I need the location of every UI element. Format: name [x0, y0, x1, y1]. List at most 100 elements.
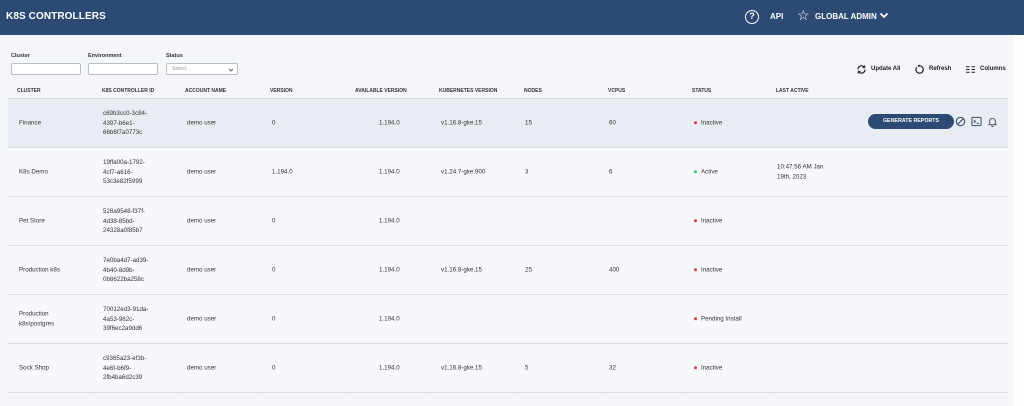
- controller-id-line: 0b8622ba258c: [103, 275, 144, 283]
- version-cell: 0: [272, 266, 276, 274]
- status-cell: Inactive: [694, 118, 722, 128]
- table-row[interactable]: Production k8s 7e0ba4d7-ad39- 4b40-8d9b-…: [8, 246, 1008, 295]
- cluster-name-line: k8s\postgres: [19, 320, 55, 327]
- controller-id-cell[interactable]: 19ffa00a-1792- 4cf7-a616- 53c3e82f5999: [103, 158, 145, 187]
- global-admin-menu[interactable]: GLOBAL ADMIN: [815, 12, 877, 21]
- status-text: Inactive: [701, 217, 723, 225]
- header-nodes[interactable]: NODES: [524, 88, 542, 94]
- controller-id-line: 4a53-962c-: [103, 315, 135, 323]
- controller-id-cell[interactable]: 70012ed3-91da- 4a53-962c- 39f6ec2a9dd6: [103, 305, 148, 334]
- kubernetes-version-cell: v1.16.8-gke.15: [441, 364, 482, 372]
- header-version[interactable]: VERSION: [270, 88, 293, 94]
- table-row[interactable]: Production k8s\postgres 70012ed3-91da- 4…: [8, 295, 1008, 344]
- last-active-cell: 10:47:56 AM Jan 19th, 2023: [777, 163, 823, 182]
- status-filter-select[interactable]: Select...: [166, 63, 238, 75]
- controller-id-line: c9365a23-ef3b-: [103, 354, 147, 362]
- bell-icon[interactable]: [987, 116, 998, 127]
- generate-reports-button[interactable]: GENERATE REPORTS: [868, 114, 954, 129]
- header-controller-id[interactable]: K8S CONTROLLER ID: [102, 88, 154, 94]
- sync-icon: [857, 64, 866, 74]
- controller-id-line: 66b6f7a0773c: [103, 128, 143, 136]
- environment-filter-input[interactable]: [88, 63, 158, 75]
- version-cell: 0: [272, 217, 276, 225]
- table-row[interactable]: Finance c69b3cc0-3c84- 4397-b6e1- 66b6f7…: [8, 99, 1008, 148]
- status-cell: Pending Install: [694, 314, 742, 324]
- cluster-filter-input[interactable]: [11, 63, 81, 75]
- vcpus-cell: 60: [609, 119, 616, 127]
- environment-filter-label: Environment: [88, 53, 122, 59]
- nodes-cell: 5: [525, 364, 529, 372]
- header-vcpus[interactable]: VCPUS: [608, 88, 625, 94]
- help-icon[interactable]: ?: [745, 10, 759, 24]
- status-cell: Inactive: [694, 363, 722, 373]
- status-text: Pending Install: [701, 315, 742, 323]
- last-active-line: 10:47:56 AM Jan: [777, 163, 824, 171]
- cluster-cell: Finance: [19, 119, 42, 127]
- vcpus-cell: 32: [609, 364, 616, 372]
- refresh-icon: [915, 63, 924, 74]
- controller-id-line: 4cf7-a616-: [103, 168, 133, 176]
- account-name-cell: demo user: [187, 119, 217, 127]
- top-bar: K8S CONTROLLERS ? API ☆ GLOBAL ADMIN: [0, 0, 1024, 35]
- account-name-cell: demo user: [187, 266, 217, 274]
- controller-id-line: 39f6ec2a9dd6: [103, 324, 143, 332]
- controller-id-line: c69b3cc0-3c84-: [103, 109, 148, 117]
- controller-id-line: 4397-b6e1-: [103, 119, 135, 127]
- chevron-down-icon[interactable]: [878, 9, 890, 21]
- columns-button[interactable]: Columns: [965, 63, 1006, 75]
- header-account-name[interactable]: ACCOUNT NAME: [185, 88, 226, 94]
- update-all-button[interactable]: Update All: [856, 63, 900, 75]
- nodes-cell: 25: [525, 266, 532, 274]
- header-last-active[interactable]: LAST ACTIVE: [776, 88, 809, 94]
- controller-id-line: 70012ed3-91da-: [103, 305, 149, 313]
- status-dot: [694, 317, 697, 321]
- table-row[interactable]: Pet Store 528a9548-f37f- 4d38-85bd- 2432…: [8, 197, 1008, 246]
- controller-id-line: 7e0ba4d7-ad39-: [103, 256, 149, 264]
- account-name-cell: demo user: [187, 168, 217, 176]
- controller-id-line: 24328a0f85b7: [103, 226, 143, 234]
- header-kubernetes-version[interactable]: KUBERNETES VERSION: [439, 88, 497, 94]
- cluster-name-line: Production: [19, 310, 49, 318]
- status-dot: [694, 121, 697, 125]
- status-filter-placeholder: Select...: [172, 66, 191, 72]
- terminal-icon[interactable]: [971, 116, 982, 127]
- kubernetes-version-cell: v1.24.7-gke.900: [441, 168, 486, 176]
- controller-id-line: 4e6f-b6f9-: [103, 364, 132, 372]
- header-cluster[interactable]: CLUSTER: [17, 88, 41, 94]
- kubernetes-version-cell: v1.16.8-gke.15: [441, 119, 482, 127]
- controller-id-cell[interactable]: 528a9548-f37f- 4d38-85bd- 24328a0f85b7: [103, 207, 145, 236]
- cluster-cell: Production k8s\postgres: [19, 310, 54, 329]
- controller-id-line: 53c3e82f5999: [103, 177, 143, 185]
- status-cell: Active: [694, 167, 718, 177]
- table-row[interactable]: Sock Shop c9365a23-ef3b- 4e6f-b6f9- 2fb4…: [8, 344, 1008, 393]
- status-dot: [694, 268, 697, 272]
- controller-id-line: 19ffa00a-1792-: [103, 158, 145, 166]
- page-title: K8S CONTROLLERS: [6, 11, 106, 22]
- api-link[interactable]: API: [770, 12, 783, 21]
- account-name-cell: demo user: [187, 315, 217, 323]
- table-row[interactable]: K8s Demo 19ffa00a-1792- 4cf7-a616- 53c3e…: [8, 148, 1008, 197]
- available-version-cell: 1.194.0: [379, 217, 400, 225]
- controller-id-cell[interactable]: 7e0ba4d7-ad39- 4b40-8d9b- 0b8622ba258c: [103, 256, 148, 285]
- refresh-button[interactable]: Refresh: [914, 63, 951, 75]
- status-dot: [694, 219, 697, 223]
- header-status[interactable]: STATUS: [692, 88, 711, 94]
- last-active-line: 19th, 2023: [777, 173, 807, 180]
- account-name-cell: demo user: [187, 364, 217, 372]
- star-icon[interactable]: ☆: [797, 8, 810, 22]
- controller-id-cell[interactable]: c69b3cc0-3c84- 4397-b6e1- 66b6f7a0773c: [103, 109, 147, 138]
- controller-id-cell[interactable]: c9365a23-ef3b- 4e6f-b6f9- 2fb4ba6d2c39: [103, 354, 146, 383]
- status-filter-label: Status: [166, 53, 183, 59]
- nodes-cell: 3: [525, 168, 529, 176]
- header-available-version[interactable]: AVAILABLE VERSION: [355, 88, 407, 94]
- cluster-cell: K8s Demo: [19, 168, 48, 176]
- available-version-cell: 1.194.0: [379, 266, 400, 274]
- available-version-cell: 1.194.0: [379, 168, 400, 176]
- status-dot: [694, 170, 697, 174]
- available-version-cell: 1.194.0: [379, 315, 400, 323]
- cluster-cell: Production k8s: [19, 266, 60, 274]
- status-text: Active: [701, 168, 718, 176]
- status-text: Inactive: [701, 266, 723, 274]
- columns-icon: [965, 65, 976, 73]
- block-icon[interactable]: [955, 116, 966, 127]
